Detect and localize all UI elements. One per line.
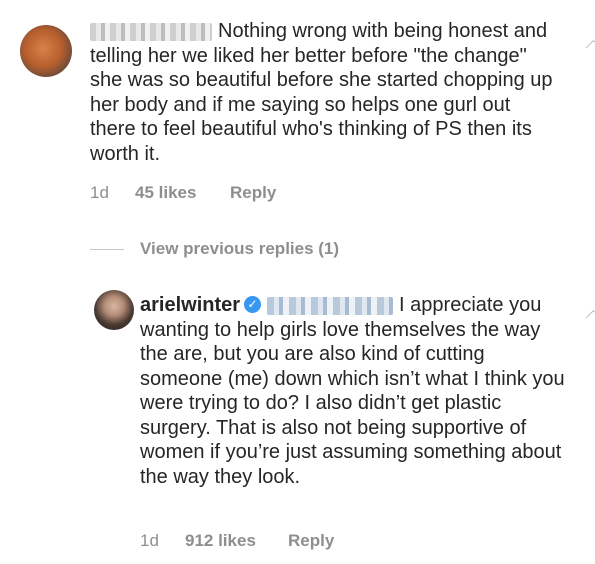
reply-body: I appreciate you wanting to help girls l… [140,294,565,488]
reply-text: arielwinter ✓ I appreciate you wanting to … [140,293,565,489]
view-previous-replies[interactable]: View previous replies (1) [90,238,339,260]
reply-likes[interactable]: 912 likes [185,531,288,551]
heart-icon[interactable] [585,39,595,56]
comment-likes[interactable]: 45 likes [135,183,230,203]
reply-button-2[interactable]: Reply [288,531,334,551]
comment-body: Nothing wrong with being honest and tell… [90,20,553,165]
reply-timestamp: 1d [140,531,159,550]
replies-divider [90,248,124,250]
commenter-avatar[interactable] [20,25,72,77]
reply-avatar[interactable] [94,290,134,330]
comment-timestamp: 1d [90,183,109,202]
comment-meta: 1d 45 likes Reply [90,183,276,203]
verified-badge-icon: ✓ [244,296,262,314]
heart-icon[interactable] [585,309,595,326]
reply-username[interactable]: arielwinter [140,294,240,316]
reply-meta: 1d 912 likes Reply [140,531,334,551]
redacted-username[interactable] [90,22,212,41]
view-replies-label[interactable]: View previous replies (1) [140,239,339,259]
redacted-mention[interactable] [267,296,394,315]
reply-button[interactable]: Reply [230,183,276,203]
comment-text: Nothing wrong with being honest and tell… [90,19,560,166]
